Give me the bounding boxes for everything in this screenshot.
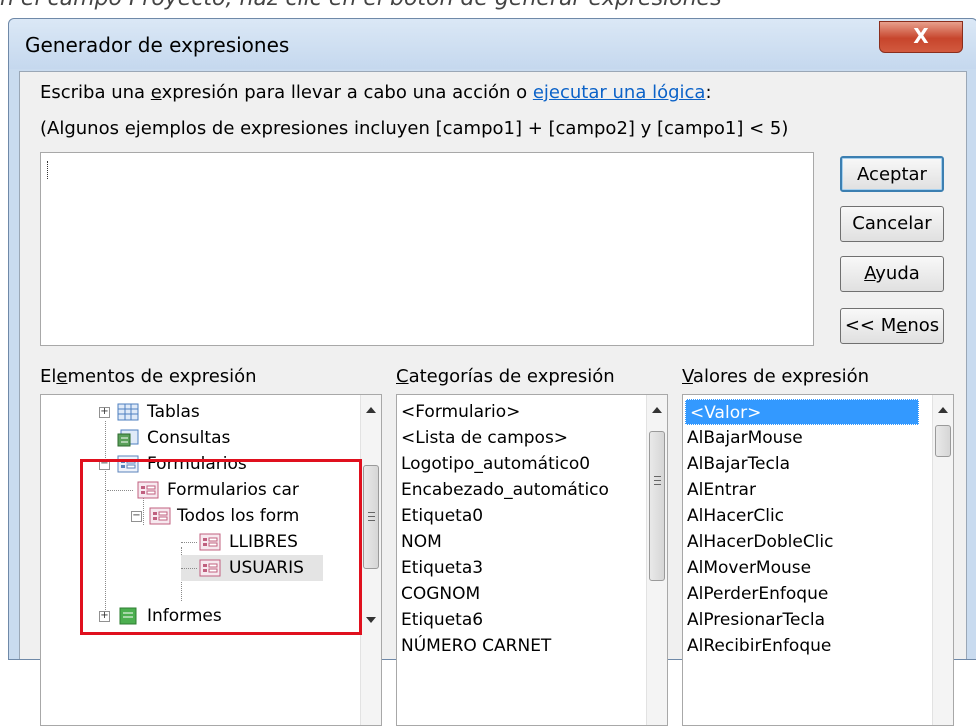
- list-item[interactable]: AlPresionarTecla: [687, 607, 825, 633]
- list-item[interactable]: Logotipo_automático0: [401, 451, 590, 477]
- list-item[interactable]: AlBajarMouse: [687, 425, 803, 451]
- list-item[interactable]: AlMoverMouse: [687, 555, 811, 581]
- less-accesskey: e: [896, 315, 908, 336]
- tree-item-label: Consultas: [147, 428, 231, 448]
- list-item[interactable]: AlEntrar: [687, 477, 756, 503]
- list-item[interactable]: <Formulario>: [401, 399, 520, 425]
- title-bar: Generador de expresiones X: [9, 19, 976, 69]
- grip-icon: [654, 476, 661, 477]
- categories-scrollbar[interactable]: [646, 395, 667, 725]
- cancel-button[interactable]: Cancelar: [840, 206, 944, 242]
- expand-icon[interactable]: +: [99, 407, 110, 418]
- list-item[interactable]: Etiqueta6: [401, 607, 483, 633]
- list-item[interactable]: Etiqueta3: [401, 555, 483, 581]
- grip-icon: [368, 516, 375, 517]
- elements-label-key: e: [56, 366, 68, 387]
- grip-icon: [368, 512, 375, 513]
- scroll-up-icon[interactable]: [652, 407, 662, 413]
- list-item[interactable]: <Lista de campos>: [401, 425, 568, 451]
- close-icon: X: [913, 24, 929, 48]
- categories-label-key: C: [396, 366, 409, 387]
- categories-label: Categorías de expresión: [396, 366, 615, 387]
- list-item[interactable]: AlHacerClic: [687, 503, 784, 529]
- less-button[interactable]: << Menos: [840, 308, 944, 344]
- scroll-up-icon[interactable]: [366, 407, 376, 413]
- elements-label-pre: El: [40, 366, 57, 387]
- elements-label-rest: mentos de expresión: [67, 366, 257, 387]
- execute-logic-link[interactable]: ejecutar una lógica: [533, 82, 706, 103]
- annotation-highlight-box: [80, 459, 362, 635]
- query-icon: [117, 429, 139, 447]
- scroll-down-icon[interactable]: [366, 617, 376, 623]
- tree-item-label: Tablas: [147, 402, 200, 422]
- values-label: Valores de expresión: [682, 366, 869, 387]
- less-prefix: << M: [844, 315, 897, 336]
- instruction-prefix: Escriba una: [40, 82, 151, 103]
- table-icon: [117, 403, 139, 421]
- scroll-thumb[interactable]: [363, 465, 379, 569]
- less-label: nos: [907, 315, 940, 336]
- instruction-text: Escriba una expresión para llevar a cabo…: [40, 82, 712, 103]
- instruction-accesskey: e: [150, 82, 162, 103]
- elements-label: Elementos de expresión: [40, 366, 257, 387]
- help-accesskey: A: [864, 263, 876, 284]
- categories-label-rest: ategorías de expresión: [408, 366, 615, 387]
- instruction-mid: xpresión para llevar a cabo una acción o: [161, 82, 533, 103]
- list-item[interactable]: COGNOM: [401, 581, 480, 607]
- elements-scrollbar[interactable]: [360, 395, 381, 725]
- grip-icon: [654, 484, 661, 485]
- help-button[interactable]: Ayuda: [840, 256, 944, 292]
- page-caption-fragment: n el campo Proyecto, haz clic en el botó…: [0, 0, 976, 14]
- text-caret: [47, 161, 49, 179]
- grip-icon: [368, 520, 375, 521]
- list-item[interactable]: Encabezado_automático: [401, 477, 609, 503]
- grip-icon: [654, 480, 661, 481]
- expression-input[interactable]: [40, 152, 814, 346]
- list-item[interactable]: Etiqueta0: [401, 503, 483, 529]
- scroll-thumb[interactable]: [649, 431, 665, 581]
- close-button[interactable]: X: [879, 21, 963, 53]
- expression-values-list[interactable]: <Valor> AlBajarMouse AlBajarTecla AlEntr…: [682, 394, 954, 726]
- values-scrollbar[interactable]: [932, 395, 953, 725]
- list-item[interactable]: AlPerderEnfoque: [687, 581, 828, 607]
- scroll-up-icon[interactable]: [938, 407, 948, 413]
- help-label: yuda: [875, 263, 920, 284]
- examples-text: (Algunos ejemplos de expresiones incluye…: [40, 118, 789, 139]
- scroll-thumb[interactable]: [935, 425, 951, 457]
- ok-button[interactable]: Aceptar: [840, 156, 944, 192]
- list-item[interactable]: AlHacerDobleClic: [687, 529, 833, 555]
- list-item[interactable]: NÚMERO CARNET: [401, 633, 551, 659]
- values-label-key: V: [682, 366, 693, 387]
- dialog-title: Generador de expresiones: [25, 33, 290, 57]
- values-label-rest: alores de expresión: [692, 366, 870, 387]
- list-item[interactable]: AlRecibirEnfoque: [687, 633, 831, 659]
- list-item[interactable]: NOM: [401, 529, 442, 555]
- expression-categories-list[interactable]: <Formulario> <Lista de campos> Logotipo_…: [396, 394, 668, 726]
- instruction-suffix: :: [705, 82, 712, 103]
- list-item[interactable]: AlBajarTecla: [687, 451, 790, 477]
- list-item-selected[interactable]: <Valor>: [685, 399, 919, 425]
